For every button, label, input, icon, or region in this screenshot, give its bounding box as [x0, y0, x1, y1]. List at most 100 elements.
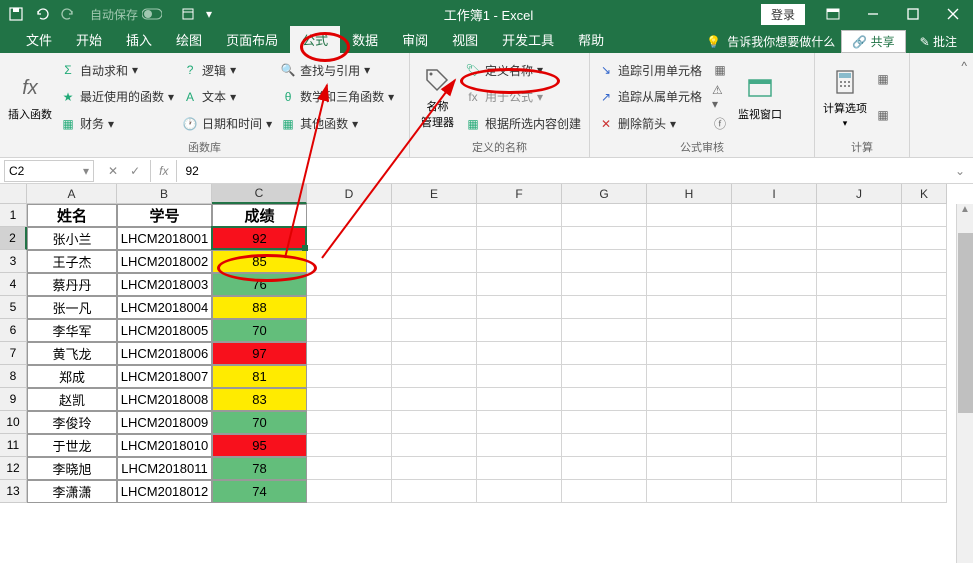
cell-C8[interactable]: 81 [212, 365, 307, 388]
cell-D2[interactable] [307, 227, 392, 250]
cell-K11[interactable] [902, 434, 947, 457]
cell-H11[interactable] [647, 434, 732, 457]
cell-J5[interactable] [817, 296, 902, 319]
use-formula-button[interactable]: fx用于公式 ▾ [463, 86, 583, 108]
col-header-D[interactable]: D [307, 184, 392, 204]
cell-G1[interactable] [562, 204, 647, 227]
cell-F8[interactable] [477, 365, 562, 388]
cell-J13[interactable] [817, 480, 902, 503]
cell-D12[interactable] [307, 457, 392, 480]
login-button[interactable]: 登录 [761, 4, 805, 25]
cell-C7[interactable]: 97 [212, 342, 307, 365]
redo-icon[interactable] [56, 2, 80, 26]
cell-H10[interactable] [647, 411, 732, 434]
cell-D8[interactable] [307, 365, 392, 388]
row-header-8[interactable]: 8 [0, 365, 27, 388]
cell-F9[interactable] [477, 388, 562, 411]
math-button[interactable]: θ数学和三角函数 ▾ [278, 86, 396, 108]
cell-C10[interactable]: 70 [212, 411, 307, 434]
cell-H7[interactable] [647, 342, 732, 365]
tab-开始[interactable]: 开始 [64, 26, 114, 53]
cell-H3[interactable] [647, 250, 732, 273]
cell-I9[interactable] [732, 388, 817, 411]
cell-J12[interactable] [817, 457, 902, 480]
col-header-G[interactable]: G [562, 184, 647, 204]
cell-I4[interactable] [732, 273, 817, 296]
cell-E10[interactable] [392, 411, 477, 434]
collapse-ribbon-icon[interactable]: ^ [961, 59, 967, 73]
cell-I3[interactable] [732, 250, 817, 273]
tab-插入[interactable]: 插入 [114, 26, 164, 53]
row-header-13[interactable]: 13 [0, 480, 27, 503]
cell-F3[interactable] [477, 250, 562, 273]
cell-J8[interactable] [817, 365, 902, 388]
cell-G4[interactable] [562, 273, 647, 296]
cell-A2[interactable]: 张小兰 [27, 227, 117, 250]
share-button[interactable]: 🔗 共享 [841, 30, 905, 53]
tab-绘图[interactable]: 绘图 [164, 26, 214, 53]
cell-D4[interactable] [307, 273, 392, 296]
row-header-11[interactable]: 11 [0, 434, 27, 457]
cell-F12[interactable] [477, 457, 562, 480]
trace-dependents-button[interactable]: ↗追踪从属单元格 [596, 86, 704, 108]
col-header-K[interactable]: K [902, 184, 947, 204]
cell-A4[interactable]: 蔡丹丹 [27, 273, 117, 296]
show-formulas-icon[interactable]: ▦ [712, 62, 728, 78]
calc-sheet-icon[interactable]: ▦ [875, 107, 891, 123]
cell-K1[interactable] [902, 204, 947, 227]
cell-D3[interactable] [307, 250, 392, 273]
touch-mode-icon[interactable] [176, 2, 200, 26]
row-header-2[interactable]: 2 [0, 227, 27, 250]
datetime-button[interactable]: 🕐日期和时间 ▾ [180, 113, 274, 135]
cell-A12[interactable]: 李晓旭 [27, 457, 117, 480]
cell-E2[interactable] [392, 227, 477, 250]
cell-C3[interactable]: 85 [212, 250, 307, 273]
cell-J1[interactable] [817, 204, 902, 227]
tab-帮助[interactable]: 帮助 [566, 26, 616, 53]
cell-K8[interactable] [902, 365, 947, 388]
cell-D7[interactable] [307, 342, 392, 365]
cell-H2[interactable] [647, 227, 732, 250]
cell-J6[interactable] [817, 319, 902, 342]
cell-G5[interactable] [562, 296, 647, 319]
cell-J3[interactable] [817, 250, 902, 273]
tab-视图[interactable]: 视图 [440, 26, 490, 53]
col-header-C[interactable]: C [212, 184, 307, 204]
cell-J7[interactable] [817, 342, 902, 365]
cell-A1[interactable]: 姓名 [27, 204, 117, 227]
cell-I10[interactable] [732, 411, 817, 434]
cell-K7[interactable] [902, 342, 947, 365]
cell-D10[interactable] [307, 411, 392, 434]
cell-H1[interactable] [647, 204, 732, 227]
cell-C5[interactable]: 88 [212, 296, 307, 319]
cell-E3[interactable] [392, 250, 477, 273]
cell-A9[interactable]: 赵凯 [27, 388, 117, 411]
close-icon[interactable] [933, 0, 973, 28]
qat-dropdown-icon[interactable]: ▾ [202, 2, 216, 26]
cell-B8[interactable]: LHCM2018007 [117, 365, 212, 388]
ribbon-display-icon[interactable] [813, 0, 853, 28]
cell-H6[interactable] [647, 319, 732, 342]
cell-H13[interactable] [647, 480, 732, 503]
cell-B1[interactable]: 学号 [117, 204, 212, 227]
comments-button[interactable]: ✎ 批注 [912, 31, 965, 52]
cell-A11[interactable]: 于世龙 [27, 434, 117, 457]
cell-G3[interactable] [562, 250, 647, 273]
cell-K2[interactable] [902, 227, 947, 250]
cell-G7[interactable] [562, 342, 647, 365]
cell-B13[interactable]: LHCM2018012 [117, 480, 212, 503]
maximize-icon[interactable] [893, 0, 933, 28]
create-from-selection-button[interactable]: ▦根据所选内容创建 [463, 113, 583, 135]
evaluate-icon[interactable]: ⓕ [712, 116, 728, 132]
trace-precedents-button[interactable]: ↘追踪引用单元格 [596, 59, 704, 81]
row-header-4[interactable]: 4 [0, 273, 27, 296]
cell-H8[interactable] [647, 365, 732, 388]
autosum-button[interactable]: Σ自动求和 ▾ [58, 59, 176, 81]
cell-D5[interactable] [307, 296, 392, 319]
cell-F1[interactable] [477, 204, 562, 227]
cell-E7[interactable] [392, 342, 477, 365]
tab-数据[interactable]: 数据 [340, 26, 390, 53]
expand-formula-icon[interactable]: ⌄ [947, 164, 973, 178]
text-button[interactable]: A文本 ▾ [180, 86, 274, 108]
col-header-A[interactable]: A [27, 184, 117, 204]
